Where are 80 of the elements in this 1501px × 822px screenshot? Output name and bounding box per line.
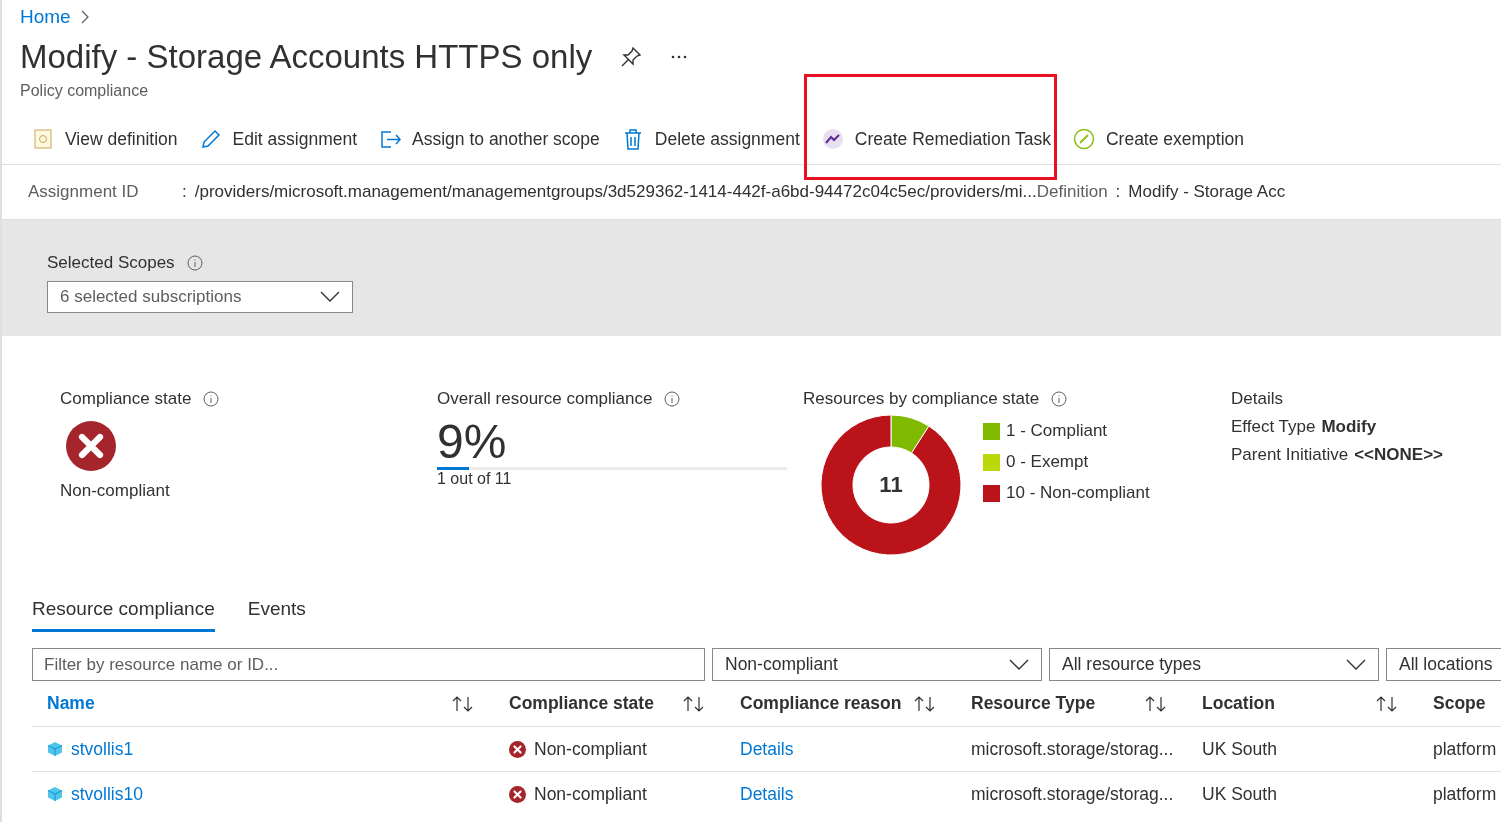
table-cell: microsoft.storage/storag... (971, 738, 1174, 760)
column-header[interactable]: Name (47, 693, 95, 714)
sort-icon[interactable] (683, 694, 705, 713)
details-link[interactable]: Details (740, 738, 794, 760)
table-cell: microsoft.storage/storag... (971, 783, 1174, 805)
donut-total: 11 (879, 472, 903, 498)
legend-label: 1 - Compliant (1006, 421, 1108, 441)
error-icon (509, 785, 526, 803)
details-link[interactable]: Details (740, 783, 794, 805)
column-header[interactable]: Resource Type (971, 693, 1096, 714)
column-header[interactable]: Scope (1433, 693, 1486, 714)
sort-icon[interactable] (1376, 694, 1398, 713)
filter-dropdown[interactable]: All locations (1386, 648, 1501, 681)
error-icon (509, 740, 526, 758)
detail-value: <<NONE>> (1354, 445, 1443, 465)
column-header[interactable]: Location (1202, 693, 1275, 714)
table-cell: Non-compliant (534, 738, 647, 760)
scopes-dropdown[interactable]: 6 selected subscriptions (47, 281, 353, 313)
detail-value: Modify (1321, 417, 1377, 437)
info-icon (186, 255, 203, 271)
page-title: Modify - Storage Accounts HTTPS only (20, 38, 593, 76)
section-label: Compliance state (60, 389, 192, 409)
section-label: Resources by compliance state (803, 389, 1040, 409)
scopes-label: Selected Scopes (47, 253, 175, 273)
info-icon (664, 391, 681, 407)
column-header[interactable]: Compliance state (509, 693, 654, 714)
document-icon (32, 128, 54, 150)
toolbar-button[interactable]: Create exemption (1062, 120, 1255, 158)
compliance-percent: 9% (437, 417, 508, 467)
trend-icon (821, 128, 844, 150)
error-icon (66, 421, 116, 471)
pencil-icon (199, 128, 222, 150)
field-value: /providers/microsoft.management/managementgroups/3d529362-1414-442f-a6bd-94472c04c5ec/providers/mi... (194, 182, 1037, 202)
page-subtitle: Policy compliance (20, 82, 150, 100)
tab[interactable]: Events (247, 598, 306, 632)
cube-icon (47, 741, 63, 757)
pin-icon[interactable] (620, 46, 643, 68)
tab[interactable]: Resource compliance (32, 598, 215, 632)
sort-icon[interactable] (452, 694, 474, 713)
filter-field[interactable]: Filter by resource name or ID... (32, 648, 705, 681)
field-value: Modify - Storage Acc (1128, 182, 1286, 202)
toolbar-button[interactable]: Delete assignment (611, 120, 810, 158)
breadcrumb-link[interactable]: Home (20, 6, 71, 28)
sort-icon[interactable] (1145, 694, 1167, 713)
toolbar-button[interactable]: View definition (22, 120, 188, 158)
chevron-down-icon (320, 291, 340, 303)
chevron-down-icon (1346, 658, 1366, 671)
exemption-icon (1072, 128, 1095, 150)
info-icon (203, 391, 220, 407)
details-heading: Details (1231, 389, 1284, 409)
table-cell: platform (1433, 738, 1497, 760)
section-label: Overall resource compliance (437, 389, 653, 409)
column-header[interactable]: Compliance reason (740, 693, 902, 714)
resource-link[interactable]: stvollis1 (71, 738, 134, 760)
resource-link[interactable]: stvollis10 (71, 783, 143, 805)
detail-label: Parent Initiative (1231, 445, 1349, 465)
chevron-down-icon (1009, 658, 1029, 671)
field-label: Definition (1036, 182, 1108, 202)
filter-dropdown[interactable]: All resource types (1049, 648, 1379, 681)
compliance-count: 1 out of 11 (437, 470, 513, 488)
cube-icon (47, 786, 63, 802)
table-cell: UK South (1202, 783, 1277, 805)
chevron-right-icon (80, 10, 89, 24)
info-icon (1051, 391, 1068, 407)
export-icon (379, 128, 402, 150)
detail-label: Effect Type (1231, 417, 1316, 437)
table-cell: platform (1433, 783, 1497, 805)
table-cell: Non-compliant (534, 783, 647, 805)
toolbar-button[interactable]: Edit assignment (189, 120, 368, 158)
legend-label: 0 - Exempt (1006, 452, 1089, 472)
compliance-status: Non-compliant (60, 481, 171, 501)
more-icon[interactable] (670, 54, 689, 60)
filter-dropdown[interactable]: Non-compliant (712, 648, 1042, 681)
field-separator: : (182, 182, 187, 202)
sort-icon[interactable] (914, 694, 936, 713)
table-cell: UK South (1202, 738, 1277, 760)
field-label: Assignment ID (28, 182, 140, 202)
field-separator: : (1115, 182, 1121, 202)
toolbar-button[interactable]: Assign to another scope (369, 120, 610, 158)
legend-label: 10 - Non-compliant (1006, 483, 1150, 503)
